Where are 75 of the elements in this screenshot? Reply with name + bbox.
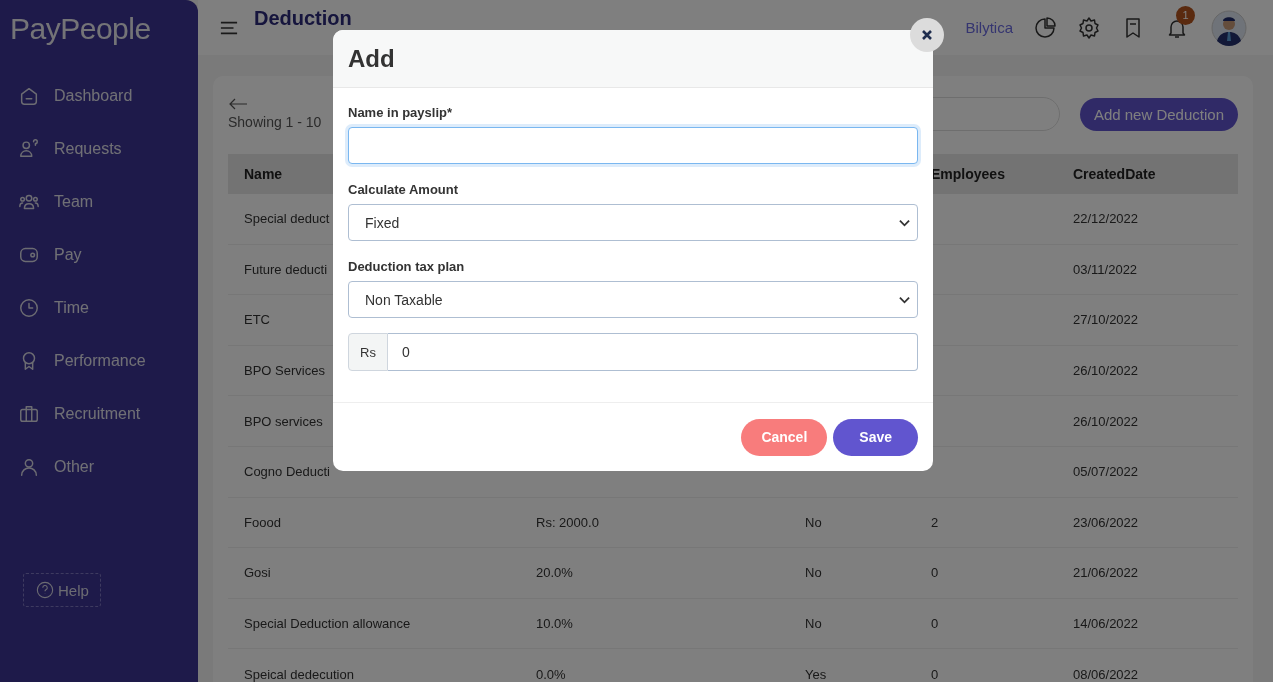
column-header: Name (244, 166, 283, 182)
table-cell: 0 (931, 565, 939, 581)
chevron-down-icon (899, 295, 910, 304)
table-cell: Speical dedecution (244, 666, 354, 682)
avatar[interactable] (1211, 9, 1247, 46)
field-label: Deduction tax plan (348, 259, 466, 274)
table-cell: 23/06/2022 (1073, 514, 1139, 530)
field-label: Calculate Amount (348, 182, 460, 197)
currency-addon: Rs (348, 333, 388, 371)
table-cell: Rs: 2000.0 (536, 514, 599, 530)
table-cell: 10.0% (536, 616, 573, 632)
menu-icon[interactable] (220, 20, 238, 35)
nav-item[interactable]: Dashboard (18, 78, 139, 114)
name-input[interactable] (348, 127, 918, 164)
table-cell: 21/06/2022 (1073, 565, 1139, 581)
nav-item[interactable]: Time (18, 290, 95, 326)
home-icon (18, 85, 40, 107)
table-cell: No (805, 616, 822, 632)
table-cell: Yes (805, 666, 827, 682)
person-icon (18, 456, 40, 478)
table-cell: 0.0% (536, 666, 566, 682)
help-button[interactable]: Help (23, 573, 101, 607)
table-cell: 26/10/2022 (1073, 363, 1139, 379)
table-cell: Cogno Deducti (244, 464, 330, 480)
table-cell: No (805, 565, 822, 581)
column-header: Employees (931, 166, 1005, 182)
table-cell: BPO Services (244, 363, 325, 379)
nav-item[interactable]: Requests (18, 131, 128, 167)
table-cell: 0 (931, 616, 939, 632)
table-cell: 03/11/2022 (1073, 261, 1138, 277)
nav-item[interactable]: Performance (18, 343, 152, 379)
back-arrow-icon[interactable] (228, 98, 248, 110)
table-cell: No (805, 514, 822, 530)
page-title: Deduction (254, 8, 352, 28)
table-cell: BPO services (244, 413, 323, 429)
logo: PayPeople (10, 12, 151, 46)
table-cell: 20.0% (536, 565, 573, 581)
table-cell: 0 (931, 666, 939, 682)
table-cell: 08/06/2022 (1073, 666, 1139, 682)
notification-badge: 1 (1176, 5, 1195, 25)
nav-item[interactable]: Team (18, 184, 100, 220)
company-name[interactable]: Bilytica (965, 19, 1013, 36)
notification-button[interactable]: 1 (1165, 5, 1195, 40)
select-field[interactable]: Non Taxable (348, 281, 918, 318)
add-deduction-button[interactable]: Add new Deduction (1079, 97, 1238, 131)
nav-item[interactable]: Pay (18, 237, 88, 273)
table-cell: 05/07/2022 (1073, 464, 1139, 480)
save-button[interactable]: Save (833, 418, 918, 456)
table-cell: Foood (244, 514, 281, 530)
close-icon (921, 29, 933, 41)
column-header: CreatedDate (1073, 166, 1156, 182)
table-cell: 27/10/2022 (1073, 312, 1139, 328)
table-cell: Special deduct (244, 211, 330, 227)
table-cell: Future deducti (244, 261, 328, 277)
cancel-button[interactable]: Cancel (741, 418, 828, 456)
table-cell: 2 (931, 514, 939, 530)
field-label: Name in payslip* (348, 105, 454, 120)
pie-chart-icon[interactable] (1033, 15, 1057, 40)
settings-icon[interactable] (1077, 15, 1101, 40)
person-question-icon (18, 138, 40, 160)
table-cell: ETC (244, 312, 270, 328)
table-cell: Gosi (244, 565, 271, 581)
table-cell: 14/06/2022 (1073, 616, 1139, 632)
help-icon (36, 581, 54, 599)
dialog-title: Add (348, 44, 395, 73)
select-field[interactable]: Fixed (348, 204, 918, 241)
nav-item[interactable]: Other (18, 449, 100, 485)
briefcase-icon (18, 403, 40, 425)
chevron-down-icon (899, 218, 910, 227)
nav-item[interactable]: Recruitment (18, 396, 147, 432)
table-cell: Special Deduction allowance (244, 616, 411, 632)
table-cell: 26/10/2022 (1073, 413, 1139, 429)
clock-icon (18, 297, 40, 319)
table-cell: 22/12/2022 (1073, 211, 1139, 227)
amount-input[interactable]: 0 (388, 333, 918, 371)
